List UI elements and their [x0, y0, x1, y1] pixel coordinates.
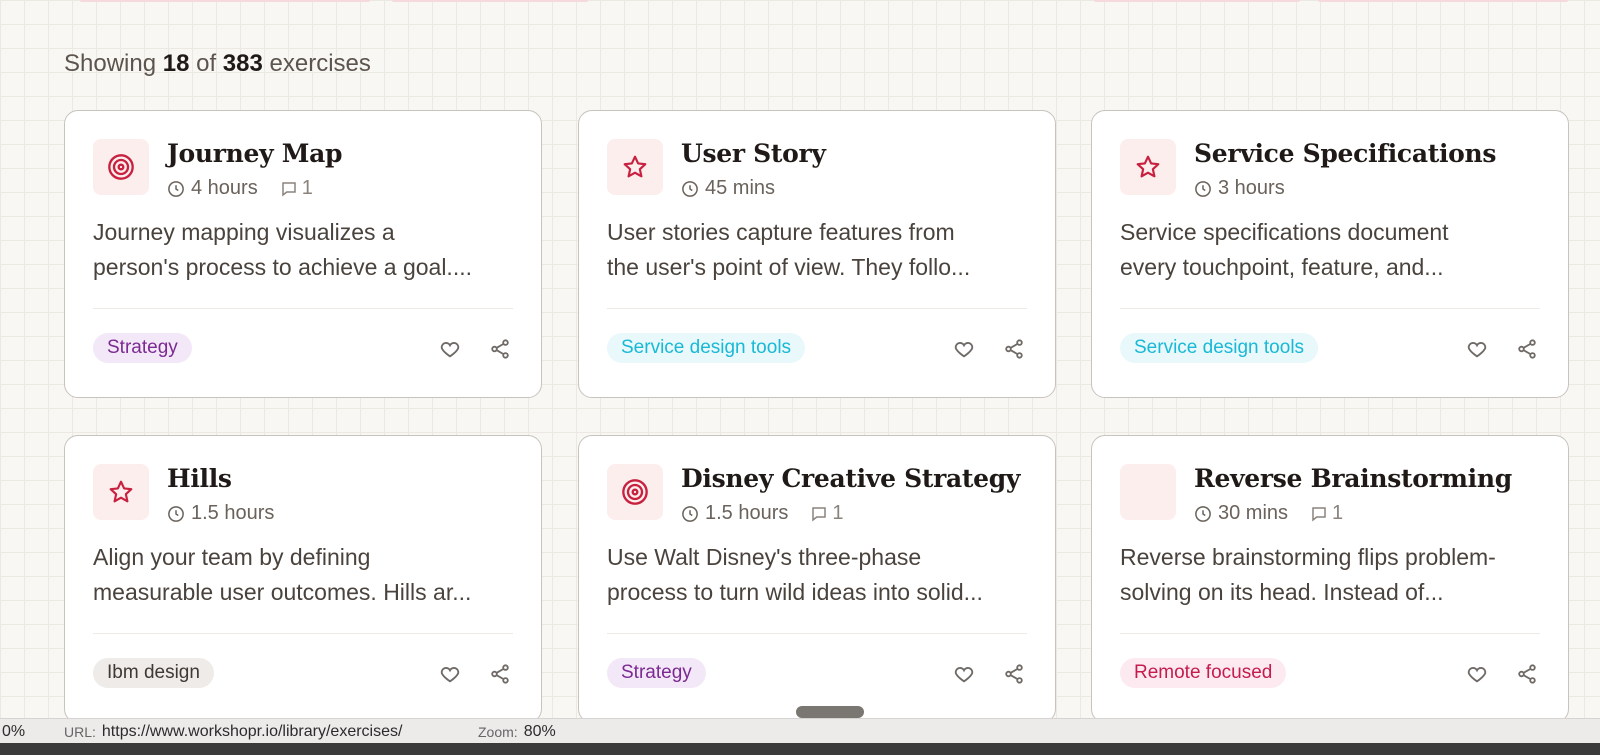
- comment-count: 1: [810, 502, 844, 525]
- heart-icon[interactable]: [437, 661, 463, 687]
- share-icon[interactable]: [1514, 336, 1540, 362]
- clock-icon: [1195, 505, 1211, 522]
- resize-handle[interactable]: [796, 706, 864, 718]
- window-bottom-bar: [0, 743, 1600, 755]
- url-label: URL:: [64, 723, 96, 740]
- comment-icon: [1312, 506, 1326, 522]
- heart-icon[interactable]: [437, 336, 463, 362]
- card-title[interactable]: Reverse Brainstorming: [1194, 464, 1512, 493]
- card-title[interactable]: Hills: [167, 464, 232, 493]
- card-divider: [1120, 633, 1540, 634]
- card-meta: 45 mins: [681, 177, 775, 200]
- exercise-card-service-specifications[interactable]: Service Specifications 3 hours Service s…: [1091, 110, 1569, 398]
- card-duration: 45 mins: [705, 177, 776, 199]
- card-divider: [607, 633, 1027, 634]
- category-tag[interactable]: Remote focused: [1120, 658, 1287, 688]
- zoom-label: Zoom:: [478, 723, 518, 740]
- card-meta: 1.5 hours: [167, 502, 274, 525]
- target-icon: [93, 139, 149, 195]
- comment-count: 1: [280, 177, 313, 200]
- category-tag[interactable]: Service design tools: [607, 333, 806, 363]
- exercise-card-hills[interactable]: Hills 1.5 hours Align your team by defin…: [64, 435, 542, 723]
- card-description: Journey mapping visualizes a person's pro…: [93, 219, 472, 280]
- exercise-card-reverse-brainstorming[interactable]: Reverse Brainstorming 30 mins 1 Reverse …: [1091, 435, 1569, 723]
- clock-icon: [168, 505, 184, 522]
- clock-icon: [682, 505, 698, 522]
- card-meta: 3 hours: [1194, 177, 1285, 200]
- comment-icon: [281, 181, 296, 197]
- comment-icon: [812, 506, 827, 522]
- category-tag[interactable]: Ibm design: [93, 658, 214, 688]
- card-duration: 30 mins: [1218, 502, 1289, 524]
- card-title[interactable]: Disney Creative Strategy: [681, 464, 1020, 493]
- exercise-card-journey-map[interactable]: Journey Map 4 hours 1 Journey mapping vi…: [64, 110, 542, 398]
- star-icon: [607, 139, 663, 195]
- card-divider: [93, 633, 513, 634]
- card-duration: 4 hours: [191, 177, 258, 199]
- share-icon[interactable]: [1001, 661, 1027, 687]
- share-icon[interactable]: [487, 336, 513, 362]
- card-title[interactable]: Service Specifications: [1194, 139, 1497, 168]
- star-icon: [93, 464, 149, 520]
- card-meta: 1.5 hours 1: [681, 502, 844, 525]
- share-icon[interactable]: [1001, 336, 1027, 362]
- card-duration: 1.5 hours: [191, 502, 275, 524]
- card-divider: [1120, 308, 1540, 309]
- heart-icon[interactable]: [951, 661, 977, 687]
- card-divider: [607, 308, 1027, 309]
- heart-icon[interactable]: [951, 336, 977, 362]
- category-tag[interactable]: Strategy: [607, 658, 706, 688]
- card-description: Use Walt Disney's three-phase process to …: [607, 544, 983, 605]
- exercise-card-user-story[interactable]: User Story 45 mins User stories capture …: [578, 110, 1056, 398]
- exercise-card-disney-creative-strategy[interactable]: Disney Creative Strategy 1.5 hours 1 Use…: [578, 435, 1056, 723]
- clock-icon: [1195, 180, 1211, 197]
- top-filter-strip: [0, 0, 1600, 4]
- heart-icon[interactable]: [1464, 661, 1490, 687]
- url-value: https://www.workshopr.io/library/exercis…: [101, 722, 403, 740]
- results-count: Showing 18 of 383 exercises: [64, 50, 371, 77]
- status-bar: 0% URL: https://www.workshopr.io/library…: [0, 718, 1600, 744]
- card-description: Service specifications document every tou…: [1120, 219, 1449, 280]
- card-duration: 3 hours: [1218, 177, 1285, 199]
- placeholder-icon: [1120, 464, 1176, 520]
- card-divider: [93, 308, 513, 309]
- zoom-value: 80%: [523, 722, 556, 740]
- load-progress: 0%: [2, 722, 26, 740]
- card-meta: 30 mins 1: [1194, 502, 1343, 525]
- category-tag[interactable]: Strategy: [93, 333, 192, 363]
- card-title[interactable]: User Story: [681, 139, 826, 168]
- url-display: URL: https://www.workshopr.io/library/ex…: [64, 723, 402, 741]
- clock-icon: [168, 180, 184, 197]
- share-icon[interactable]: [487, 661, 513, 687]
- category-tag[interactable]: Service design tools: [1120, 333, 1319, 363]
- share-icon[interactable]: [1514, 661, 1540, 687]
- zoom-display: Zoom: 80%: [478, 723, 556, 741]
- comment-count: 1: [1310, 502, 1343, 525]
- card-title[interactable]: Journey Map: [167, 139, 343, 168]
- card-meta: 4 hours 1: [167, 177, 313, 200]
- target-icon: [607, 464, 663, 520]
- card-duration: 1.5 hours: [705, 502, 789, 524]
- clock-icon: [682, 180, 698, 197]
- star-icon: [1120, 139, 1176, 195]
- heart-icon[interactable]: [1464, 336, 1490, 362]
- card-description: Align your team by defining measurable us…: [93, 544, 472, 605]
- card-description: Reverse brainstorming flips problem-solv…: [1120, 544, 1496, 605]
- card-description: User stories capture features from the us…: [607, 219, 971, 280]
